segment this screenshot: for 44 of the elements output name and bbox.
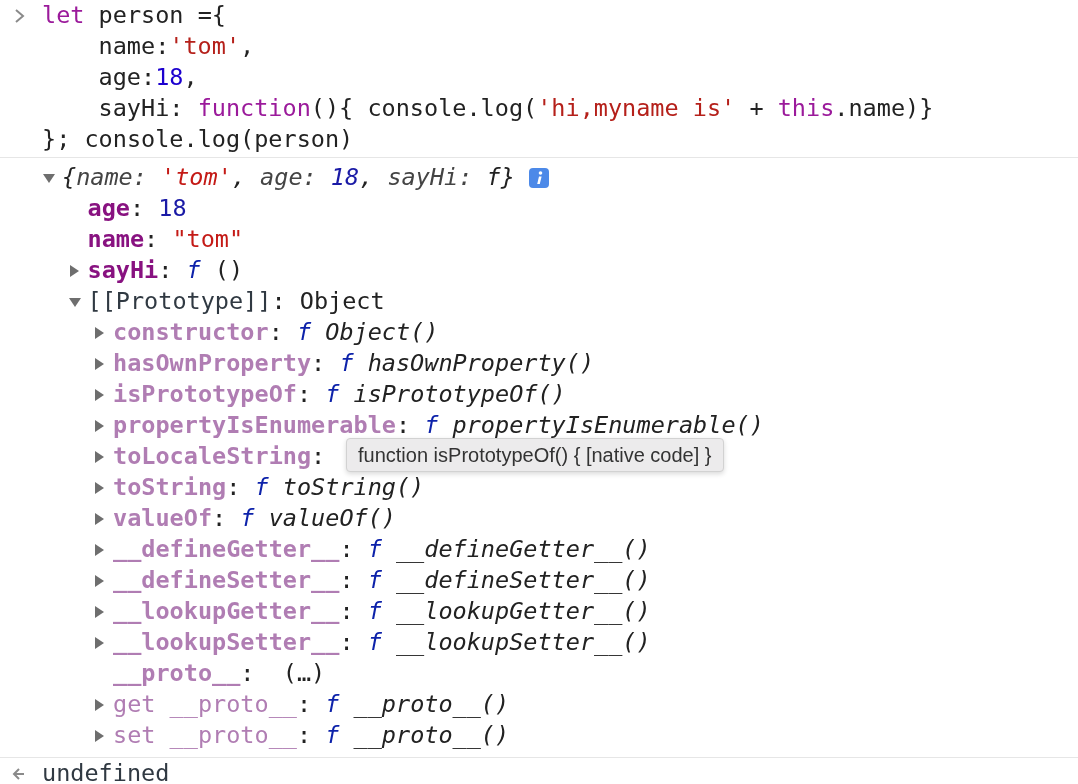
collapse-arrow-icon[interactable] (42, 171, 56, 184)
tooltip: function isPrototypeOf() { [native code] } (346, 438, 724, 472)
expand-arrow-icon[interactable] (93, 728, 105, 743)
code-line: name:'tom', (98, 31, 256, 62)
property-line: [[Prototype]]: Object (87, 286, 385, 317)
property-line: age: 18 (87, 193, 187, 224)
property-line: hasOwnProperty: f hasOwnProperty() (113, 348, 595, 379)
return-arrow-icon (12, 766, 26, 781)
code-line: let person ={ (42, 0, 227, 31)
expand-arrow-icon[interactable] (93, 387, 105, 402)
expand-arrow-icon[interactable] (93, 573, 105, 588)
property-line: toLocaleString: (113, 441, 326, 472)
expand-arrow-icon[interactable] (93, 604, 105, 619)
expand-arrow-icon[interactable] (93, 542, 105, 557)
code-line: age:18, (98, 62, 199, 93)
property-line: __lookupSetter__: f __lookupSetter__() (113, 627, 651, 658)
expand-arrow-icon[interactable] (67, 263, 80, 278)
result-value: undefined (42, 758, 170, 784)
property-line: propertyIsEnumerable: f propertyIsEnumerable() (113, 410, 764, 441)
property-line: isPrototypeOf: f isPrototypeOf() (113, 379, 566, 410)
expand-arrow-icon[interactable] (93, 635, 105, 650)
expand-arrow-icon[interactable] (93, 418, 105, 433)
expand-arrow-icon[interactable] (93, 511, 105, 526)
property-line: set __proto__: f __proto__() (113, 720, 510, 751)
property-line: constructor: f Object() (113, 317, 439, 348)
property-line: valueOf: f valueOf() (113, 503, 396, 534)
property-line: __proto__: (…) (113, 658, 326, 689)
property-line: __defineSetter__: f __defineSetter__() (113, 565, 651, 596)
code-line: sayHi: function(){ console.log('hi,myname is' + this.name)} (98, 93, 934, 124)
property-line: __lookupGetter__: f __lookupGetter__() (113, 596, 651, 627)
expand-arrow-icon[interactable] (93, 356, 105, 371)
info-icon[interactable] (528, 167, 549, 188)
property-line: __defineGetter__: f __defineGetter__() (113, 534, 651, 565)
property-line: toString: f toString() (113, 472, 425, 503)
property-line: get __proto__: f __proto__() (113, 689, 510, 720)
code-line: }; console.log(person) (42, 124, 355, 155)
collapse-arrow-icon[interactable] (67, 295, 82, 308)
expand-arrow-icon[interactable] (93, 697, 105, 712)
expand-arrow-icon[interactable] (93, 325, 105, 340)
expand-arrow-icon[interactable] (93, 449, 105, 464)
property-line: name: "tom" (87, 224, 244, 255)
object-preview: {name: 'tom', age: 18, sayHi: f} (62, 162, 515, 193)
property-line: sayHi: f () (87, 255, 244, 286)
expand-arrow-icon[interactable] (93, 480, 105, 495)
